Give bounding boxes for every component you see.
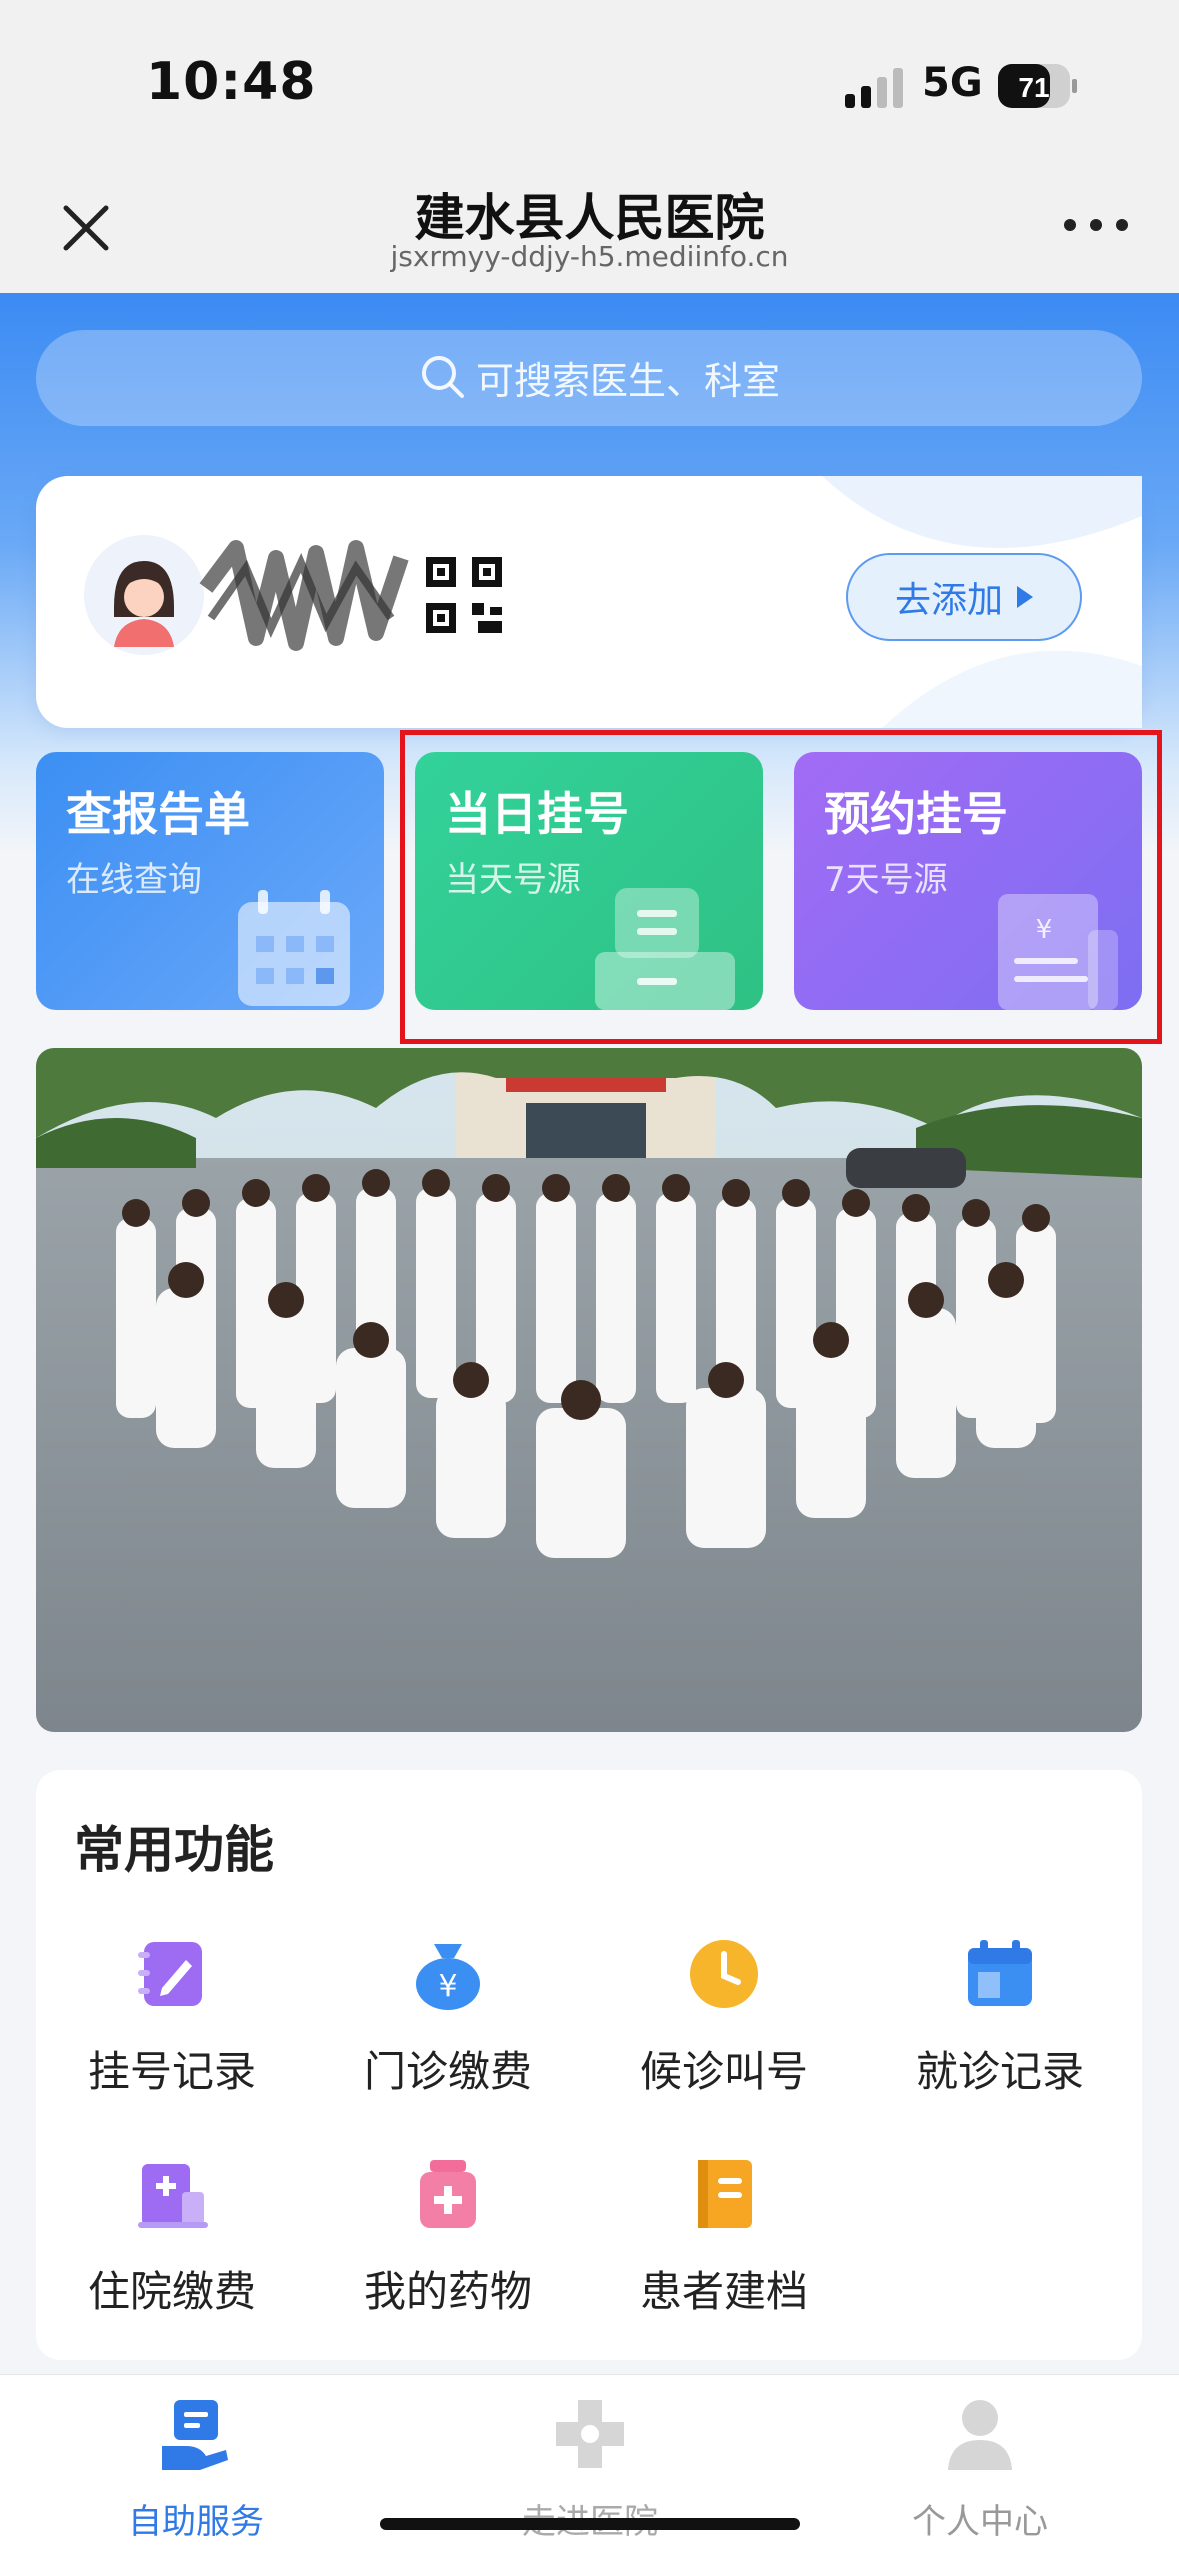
tile-title: 查报告单 xyxy=(66,787,250,841)
self-service-icon xyxy=(162,2400,228,2470)
function-label: 就诊记录 xyxy=(915,2047,1084,2096)
play-arrow-icon xyxy=(1017,586,1033,608)
medicine-bottle-icon xyxy=(420,2160,476,2228)
tab-self-service[interactable]: 自助服务 xyxy=(46,2394,346,2543)
function-inpatient-payment[interactable]: 住院缴费 xyxy=(34,2156,310,2319)
edit-notes-icon xyxy=(138,1942,202,2006)
function-visit-records[interactable]: 就诊记录 xyxy=(862,1936,1138,2099)
section-title: 常用功能 xyxy=(74,1821,274,1879)
home-indicator xyxy=(380,2518,800,2530)
function-registration-records[interactable]: 挂号记录 xyxy=(34,1936,310,2099)
money-bag-icon: ¥ xyxy=(416,1944,480,2010)
battery-level: 71 xyxy=(1018,72,1049,103)
redacted-name xyxy=(199,540,409,651)
battery-icon: 71 xyxy=(998,64,1077,108)
book-icon xyxy=(698,2160,752,2228)
search-icon xyxy=(422,356,464,398)
function-label: 门诊缴费 xyxy=(363,2047,532,2096)
hospital-building-icon xyxy=(138,2164,208,2228)
function-label: 候诊叫号 xyxy=(639,2047,808,2096)
function-my-medicine[interactable]: 我的药物 xyxy=(310,2156,586,2319)
hospital-staff-photo xyxy=(36,1048,1142,1732)
svg-text:¥: ¥ xyxy=(438,1969,457,2004)
tab-label: 自助服务 xyxy=(128,2502,264,2542)
clock-icon xyxy=(690,1940,758,2008)
search-placeholder: 可搜索医生、科室 xyxy=(476,359,781,403)
function-outpatient-payment[interactable]: ¥ 门诊缴费 xyxy=(310,1936,586,2099)
qr-code-icon[interactable] xyxy=(424,555,504,635)
page-url: jsxrmyy-ddjy-h5.mediinfo.cn xyxy=(390,240,789,273)
network-type: 5G xyxy=(922,60,983,106)
function-label: 我的药物 xyxy=(363,2267,532,2316)
avatar xyxy=(84,535,204,655)
user-icon xyxy=(948,2400,1012,2470)
highlight-box xyxy=(400,730,1162,1044)
function-label: 患者建档 xyxy=(639,2267,808,2316)
tab-personal-center[interactable]: 个人中心 xyxy=(830,2394,1130,2543)
signal-icon xyxy=(845,68,903,108)
add-patient-label: 去添加 xyxy=(894,580,1003,621)
function-patient-registration[interactable]: 患者建档 xyxy=(586,2156,862,2319)
calendar-icon xyxy=(968,1940,1032,2006)
tile-subtitle: 在线查询 xyxy=(66,860,202,900)
status-time: 10:48 xyxy=(146,52,317,112)
function-label: 挂号记录 xyxy=(87,2047,256,2096)
function-label: 住院缴费 xyxy=(87,2267,256,2316)
tile-report-query[interactable]: 查报告单 在线查询 xyxy=(36,752,384,1010)
calendar-icon xyxy=(238,890,350,1006)
hospital-cross-icon xyxy=(556,2400,624,2468)
function-queue-calling[interactable]: 候诊叫号 xyxy=(586,1936,862,2099)
tab-label: 个人中心 xyxy=(912,2502,1048,2542)
add-patient-button[interactable]: 去添加 xyxy=(846,553,1082,641)
more-options-icon[interactable] xyxy=(1060,210,1132,240)
